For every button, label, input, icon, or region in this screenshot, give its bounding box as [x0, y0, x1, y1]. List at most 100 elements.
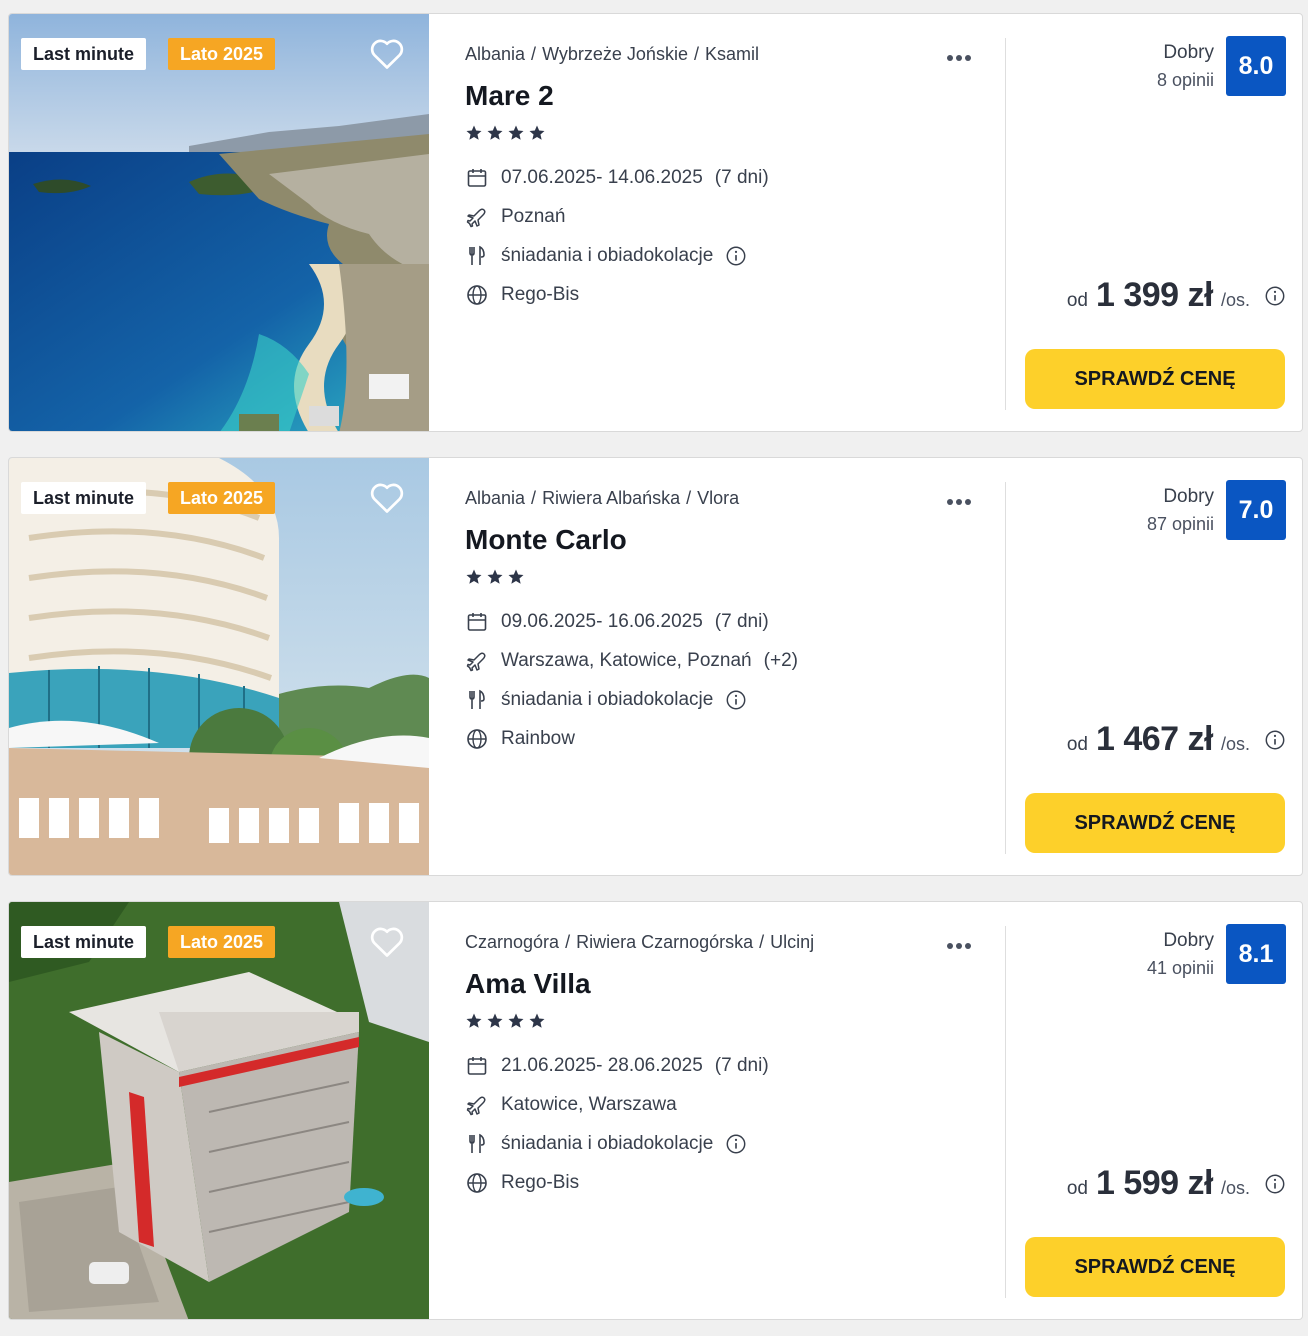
offer-info: Czarnogóra / Riwiera Czarnogórska / Ulcinj A… [465, 902, 1005, 1319]
price-info-icon[interactable] [1264, 729, 1286, 751]
operator-row: Rego-Bis [465, 1171, 579, 1195]
price-amount: 1 399 zł [1096, 276, 1213, 314]
price-suffix: /os. [1220, 1178, 1250, 1198]
favorite-heart-icon[interactable] [369, 480, 405, 516]
offer-info: Albania / Riwiera Albańska / Vlora Monte Car… [465, 458, 1005, 875]
calendar-icon [465, 1054, 489, 1078]
price-amount: 1 599 zł [1096, 1164, 1213, 1202]
last-minute-badge: Last minute [21, 38, 147, 70]
offer-price-panel: Dobry 87 opinii 7.0 od 1 467 zł /os. SPR… [1009, 458, 1302, 875]
board-type: śniadania i obiadokolacje [501, 1133, 714, 1154]
check-price-button[interactable]: SPRAWDŹ CENĘ [1025, 1237, 1285, 1297]
departure-row: Poznań [465, 205, 577, 229]
divider [1005, 482, 1006, 854]
breadcrumb-region[interactable]: Riwiera Albańska [542, 488, 680, 508]
rating-score-badge: 8.0 [1226, 36, 1286, 96]
breadcrumb-city[interactable]: Vlora [697, 488, 739, 508]
star-icon [508, 1013, 524, 1028]
offer-photo-aerial-villa[interactable]: Last minute Lato 2025 [9, 902, 429, 1319]
breadcrumb-city[interactable]: Ulcinj [770, 932, 814, 952]
travel-dates: 09.06.2025- 16.06.2025 [501, 611, 703, 632]
rating-score-badge: 8.1 [1226, 924, 1286, 984]
hotel-name[interactable]: Monte Carlo [465, 524, 627, 556]
price-suffix: /os. [1220, 734, 1250, 754]
price-prefix: od [1066, 290, 1088, 311]
last-minute-badge: Last minute [21, 926, 147, 958]
dates-row: 07.06.2025- 14.06.2025 (7 dni) [465, 166, 769, 190]
cutlery-icon [465, 688, 489, 712]
price-info-icon[interactable] [1264, 1173, 1286, 1195]
price: od 1 399 zł /os. [1067, 276, 1286, 315]
star-icon [529, 125, 545, 140]
board-row: śniadania i obiadokolacje [465, 688, 747, 712]
star-icon [466, 1013, 482, 1028]
rating-label: Dobry [1163, 930, 1214, 951]
more-options-icon[interactable] [947, 48, 979, 61]
divider [1005, 926, 1006, 1298]
plane-icon [465, 205, 489, 229]
departure-row: Warszawa, Katowice, Poznań (+2) [465, 649, 798, 673]
globe-icon [465, 727, 489, 751]
season-badge: Lato 2025 [168, 38, 276, 70]
breadcrumb: Albania / Riwiera Albańska / Vlora [465, 488, 740, 508]
favorite-heart-icon[interactable] [369, 924, 405, 960]
price-prefix: od [1066, 1178, 1088, 1199]
calendar-icon [465, 166, 489, 190]
operator-row: Rego-Bis [465, 283, 579, 307]
board-type: śniadania i obiadokolacje [501, 245, 714, 266]
price-amount: 1 467 zł [1096, 720, 1213, 758]
offer-price-panel: Dobry 8 opinii 8.0 od 1 399 zł /os. SPRA… [1009, 14, 1302, 431]
more-options-icon[interactable] [947, 936, 979, 949]
calendar-icon [465, 610, 489, 634]
star-rating [465, 124, 546, 142]
price-suffix: /os. [1220, 290, 1250, 310]
offer-card[interactable]: Last minute Lato 2025 Czarnogóra / Riwiera… [8, 901, 1303, 1320]
operator-row: Rainbow [465, 727, 575, 751]
globe-icon [465, 1171, 489, 1195]
season-badge: Lato 2025 [168, 482, 276, 514]
info-icon[interactable] [725, 245, 747, 267]
star-icon [508, 125, 524, 140]
departure-cities: Warszawa, Katowice, Poznań [501, 650, 752, 671]
globe-icon [465, 283, 489, 307]
breadcrumb-region[interactable]: Riwiera Czarnogórska [576, 932, 753, 952]
star-rating [465, 1012, 546, 1030]
favorite-heart-icon[interactable] [369, 36, 405, 72]
hotel-name[interactable]: Ama Villa [465, 968, 591, 1000]
price-prefix: od [1066, 734, 1088, 755]
plane-icon [465, 649, 489, 673]
breadcrumb: Albania / Wybrzeże Jońskie / Ksamil [465, 44, 759, 64]
offer-photo-beach-bay[interactable]: Last minute Lato 2025 [9, 14, 429, 431]
info-icon[interactable] [725, 1133, 747, 1155]
star-rating [465, 568, 525, 586]
tour-operator: Rainbow [501, 728, 575, 749]
departure-cities: Poznań [501, 206, 566, 227]
star-icon [466, 569, 482, 584]
check-price-button[interactable]: SPRAWDŹ CENĘ [1025, 349, 1285, 409]
breadcrumb-country[interactable]: Czarnogóra [465, 932, 559, 952]
breadcrumb-region[interactable]: Wybrzeże Jońskie [542, 44, 688, 64]
offer-card[interactable]: Last minute Lato 2025 Albania / Riwiera Al… [8, 457, 1303, 876]
rating-score-badge: 7.0 [1226, 480, 1286, 540]
offer-photo-round-hotel[interactable]: Last minute Lato 2025 [9, 458, 429, 875]
price-info-icon[interactable] [1264, 285, 1286, 307]
rating-label: Dobry [1163, 42, 1214, 63]
info-icon[interactable] [725, 689, 747, 711]
breadcrumb-city[interactable]: Ksamil [705, 44, 759, 64]
hotel-name[interactable]: Mare 2 [465, 80, 554, 112]
breadcrumb-country[interactable]: Albania [465, 44, 525, 64]
reviews-count[interactable]: 87 opinii [1147, 514, 1214, 535]
check-price-button[interactable]: SPRAWDŹ CENĘ [1025, 793, 1285, 853]
more-options-icon[interactable] [947, 492, 979, 505]
last-minute-badge: Last minute [21, 482, 147, 514]
departure-more[interactable]: (+2) [764, 650, 798, 672]
round-hotel-building-image [9, 458, 429, 875]
departure-cities: Katowice, Warszawa [501, 1094, 677, 1115]
beach-bay-image [9, 14, 429, 431]
breadcrumb: Czarnogóra / Riwiera Czarnogórska / Ulcinj [465, 932, 815, 952]
reviews-count[interactable]: 41 opinii [1147, 958, 1214, 979]
breadcrumb-country[interactable]: Albania [465, 488, 525, 508]
offer-card[interactable]: Last minute Lato 2025 Albania / Wybrzeże J… [8, 13, 1303, 432]
tour-operator: Rego-Bis [501, 1172, 580, 1193]
reviews-count[interactable]: 8 opinii [1157, 70, 1214, 91]
